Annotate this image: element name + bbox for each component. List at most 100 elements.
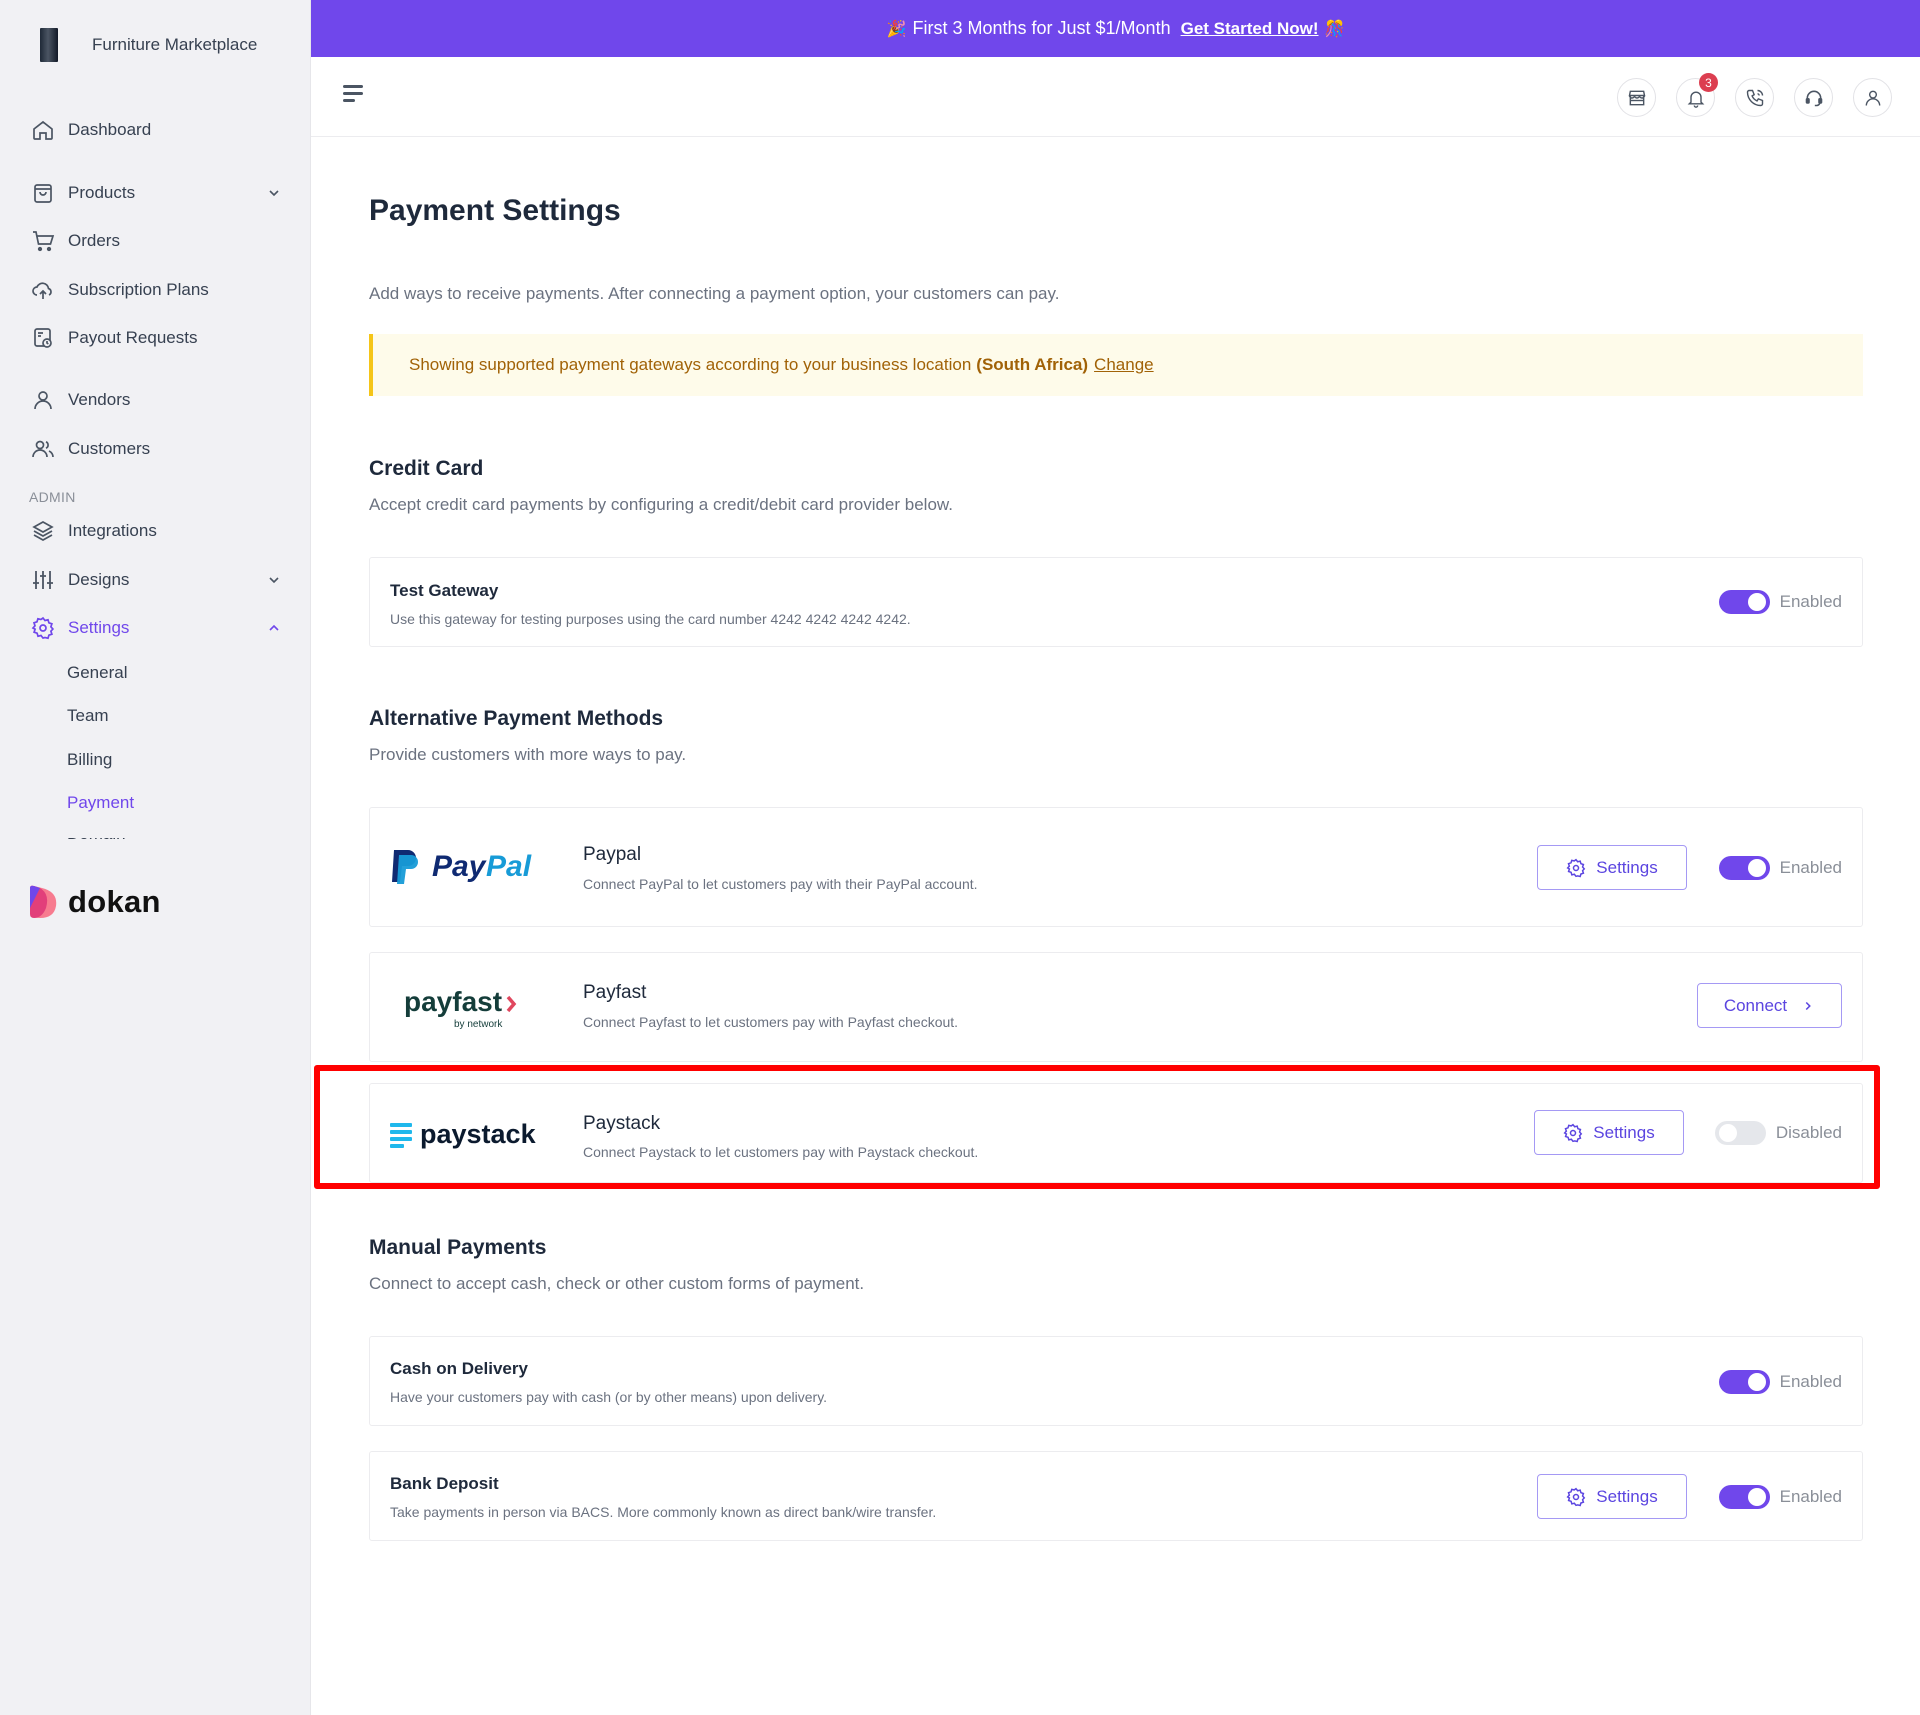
promo-banner: 🎉 First 3 Months for Just $1/Month Get S… [311, 0, 1920, 57]
gateway-name: Cash on Delivery [390, 1359, 528, 1378]
gateway-description: Use this gateway for testing purposes us… [390, 611, 911, 627]
toggle-switch[interactable] [1718, 1485, 1770, 1509]
store-icon [1628, 90, 1645, 105]
alternative-methods-description: Provide customers with more ways to pay. [369, 745, 687, 764]
admin-section-label: ADMIN [29, 489, 76, 505]
sidebar: Furniture Marketplace Dashboard Products… [0, 0, 311, 1715]
brand[interactable]: Furniture Marketplace [40, 28, 257, 62]
chevron-down-icon [269, 577, 279, 584]
user-icon [1865, 90, 1880, 106]
paystack-settings-button[interactable]: Settings [1534, 1110, 1684, 1155]
toggle-switch[interactable] [1718, 856, 1770, 880]
test-gateway-toggle[interactable]: Enabled [1718, 590, 1842, 614]
page-description: Add ways to receive payments. After conn… [369, 284, 1060, 303]
notifications-button[interactable]: 3 [1676, 73, 1718, 117]
paystack-toggle[interactable]: Disabled [1714, 1121, 1842, 1145]
sidebar-item-label: Orders [68, 231, 120, 250]
button-label: Settings [1593, 1122, 1655, 1142]
store-logo [40, 28, 58, 62]
toggle-status: Disabled [1775, 1123, 1842, 1142]
sidebar-item-label: Subscription Plans [68, 280, 209, 299]
confetti-icon: 🎊 [1324, 20, 1345, 38]
sidebar-item-label: Products [68, 183, 136, 202]
toggle-status: Enabled [1779, 858, 1842, 877]
paypal-toggle[interactable]: Enabled [1718, 856, 1842, 880]
cash-on-delivery-card: Cash on Delivery Have your customers pay… [369, 1336, 1863, 1426]
home-icon [30, 117, 56, 143]
paypal-logo: Pay Pal [390, 846, 540, 891]
notice-location: (South Africa) [976, 355, 1089, 374]
gateway-name: Payfast [583, 982, 647, 1003]
gateway-description: Take payments in person via BACS. More c… [390, 1504, 937, 1520]
bag-icon [30, 180, 56, 206]
sidebar-item-designs[interactable]: Designs [30, 562, 292, 598]
paystack-card: paystack Paystack Connect Paystack to le… [369, 1083, 1863, 1183]
gateway-name: Bank Deposit [390, 1474, 499, 1493]
profile-button[interactable] [1853, 78, 1892, 117]
get-started-link[interactable]: Get Started Now! [1181, 19, 1319, 39]
sidebar-item-payout-requests[interactable]: Payout Requests [30, 320, 292, 356]
svg-text:payfast: payfast [404, 986, 502, 1017]
credit-card-description: Accept credit card payments by configuri… [369, 495, 953, 514]
sidebar-subitem-billing[interactable]: Billing [67, 750, 112, 770]
sidebar-item-subscription-plans[interactable]: Subscription Plans [30, 272, 292, 308]
svg-text:Pay: Pay [432, 850, 487, 883]
sidebar-item-customers[interactable]: Customers [30, 431, 292, 467]
chevron-up-icon [269, 624, 279, 631]
gateway-description: Connect Payfast to let customers pay wit… [583, 1014, 959, 1030]
sidebar-item-vendors[interactable]: Vendors [30, 382, 292, 418]
cod-toggle[interactable]: Enabled [1718, 1370, 1842, 1394]
sidebar-item-label: Dashboard [68, 120, 152, 139]
sidebar-item-label: Settings [68, 618, 130, 637]
sidebar-subitem-payment[interactable]: Payment [67, 793, 134, 813]
sidebar-subitem-team[interactable]: Team [67, 706, 109, 726]
payfast-connect-button[interactable]: Connect [1697, 983, 1842, 1028]
credit-card-title: Credit Card [369, 457, 484, 480]
paypal-card: Pay Pal Paypal Connect PayPal to let cus… [369, 807, 1863, 927]
toggle-switch[interactable] [1718, 1370, 1770, 1394]
toggle-status: Enabled [1779, 1372, 1842, 1391]
payout-icon [30, 325, 56, 351]
sidebar-item-products[interactable]: Products [30, 175, 292, 211]
toggle-switch[interactable] [1718, 590, 1770, 614]
topbar: 3 [311, 57, 1920, 137]
dokan-mark-icon [30, 885, 57, 918]
sidebar-item-settings[interactable]: Settings [30, 610, 292, 646]
dokan-logo: dokan [28, 884, 161, 920]
notification-badge: 3 [1699, 73, 1718, 92]
menu-toggle-button[interactable] [343, 85, 367, 107]
toggle-status: Enabled [1779, 1487, 1842, 1506]
toggle-switch[interactable] [1714, 1121, 1766, 1145]
sidebar-item-label: Payout Requests [68, 328, 198, 347]
paypal-settings-button[interactable]: Settings [1537, 845, 1687, 890]
bank-deposit-card: Bank Deposit Take payments in person via… [369, 1451, 1863, 1541]
sidebar-subitem-general[interactable]: General [67, 663, 127, 683]
headset-icon [1805, 90, 1822, 106]
gateway-description: Connect Paystack to let customers pay wi… [583, 1144, 979, 1160]
promo-text: First 3 Months for Just $1/Month [912, 18, 1171, 38]
sidebar-item-dashboard[interactable]: Dashboard [30, 112, 292, 148]
support-button[interactable] [1794, 78, 1833, 117]
bank-deposit-toggle[interactable]: Enabled [1718, 1485, 1842, 1509]
sidebar-subitem-clipped[interactable]: Domain [67, 838, 187, 844]
gear-icon [1566, 858, 1586, 877]
button-label: Connect [1723, 995, 1788, 1015]
gateway-name: Test Gateway [390, 581, 499, 600]
gear-icon [1563, 1123, 1583, 1142]
phone-button[interactable] [1735, 78, 1774, 117]
bank-deposit-settings-button[interactable]: Settings [1537, 1474, 1687, 1519]
sidebar-item-orders[interactable]: Orders [30, 223, 292, 259]
layers-icon [30, 518, 56, 544]
sidebar-item-integrations[interactable]: Integrations [30, 513, 292, 549]
phone-icon [1746, 89, 1763, 106]
change-location-link[interactable]: Change [1094, 355, 1154, 375]
sidebar-item-label: Vendors [68, 390, 131, 409]
store-button[interactable] [1617, 78, 1656, 117]
paystack-logo: paystack [390, 1118, 540, 1157]
sidebar-item-label: Designs [68, 570, 130, 589]
payfast-logo: payfast by network [404, 983, 534, 1038]
manual-payments-description: Connect to accept cash, check or other c… [369, 1274, 865, 1293]
gateway-name: Paystack [583, 1113, 661, 1134]
user-icon [30, 387, 56, 413]
users-icon [30, 436, 56, 462]
